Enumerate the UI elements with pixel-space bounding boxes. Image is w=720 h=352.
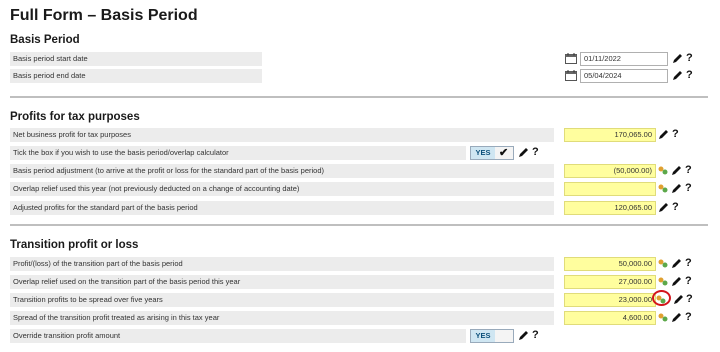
- calendar-icon[interactable]: [565, 53, 577, 64]
- basis-start-date-field[interactable]: 01/11/2022: [580, 52, 668, 66]
- section-divider: [10, 224, 708, 226]
- spread-five-years-label: Transition profits to be spread over fiv…: [10, 293, 554, 307]
- pencil-icon[interactable]: [518, 147, 529, 158]
- pencil-icon[interactable]: [671, 183, 682, 194]
- help-icon[interactable]: ?: [685, 275, 692, 287]
- annotation-circle: [652, 290, 671, 306]
- spread-this-year-field[interactable]: 4,600.00: [564, 311, 656, 325]
- help-icon[interactable]: ?: [685, 164, 692, 176]
- help-icon[interactable]: ?: [686, 293, 693, 305]
- calculator-link-icon[interactable]: [658, 312, 669, 323]
- help-icon[interactable]: ?: [532, 146, 539, 158]
- calculator-link-icon[interactable]: [658, 165, 669, 176]
- checkmark-icon: ✔: [499, 147, 509, 159]
- adjusted-profits-label: Adjusted profits for the standard part o…: [10, 201, 554, 215]
- pencil-icon[interactable]: [671, 258, 682, 269]
- help-icon[interactable]: ?: [686, 52, 693, 64]
- help-icon[interactable]: ?: [685, 311, 692, 323]
- override-transition-toggle[interactable]: YES: [470, 329, 514, 343]
- help-icon[interactable]: ?: [532, 329, 539, 341]
- section-title-basis-period: Basis Period: [10, 34, 80, 46]
- help-icon[interactable]: ?: [685, 182, 692, 194]
- calendar-icon[interactable]: [565, 70, 577, 81]
- pencil-icon[interactable]: [658, 129, 669, 140]
- pencil-icon[interactable]: [672, 70, 683, 81]
- net-business-profit-field[interactable]: 170,065.00: [564, 128, 656, 142]
- toggle-yes-label: YES: [471, 330, 495, 342]
- basis-end-date-field[interactable]: 05/04/2024: [580, 69, 668, 83]
- pencil-icon[interactable]: [671, 276, 682, 287]
- pencil-icon[interactable]: [518, 330, 529, 341]
- net-business-profit-label: Net business profit for tax purposes: [10, 128, 554, 142]
- pencil-icon[interactable]: [671, 312, 682, 323]
- calculator-link-icon[interactable]: [658, 276, 669, 287]
- basis-adjustment-field[interactable]: (50,000.00): [564, 164, 656, 178]
- section-divider: [10, 96, 708, 98]
- basis-adjustment-label: Basis period adjustment (to arrive at th…: [10, 164, 554, 178]
- override-transition-label: Override transition profit amount: [10, 329, 466, 343]
- section-title-profits: Profits for tax purposes: [10, 111, 140, 123]
- pencil-icon[interactable]: [672, 53, 683, 64]
- calculator-link-icon[interactable]: [658, 183, 669, 194]
- calculator-toggle-label: Tick the box if you wish to use the basi…: [10, 146, 466, 160]
- basis-end-date-label: Basis period end date: [10, 69, 262, 83]
- transition-overlap-relief-field[interactable]: 27,000.00: [564, 275, 656, 289]
- transition-overlap-relief-label: Overlap relief used on the transition pa…: [10, 275, 554, 289]
- adjusted-profits-field[interactable]: 120,065.00: [564, 201, 656, 215]
- help-icon[interactable]: ?: [685, 257, 692, 269]
- basis-start-date-label: Basis period start date: [10, 52, 262, 66]
- calculator-link-icon[interactable]: [658, 258, 669, 269]
- help-icon[interactable]: ?: [686, 69, 693, 81]
- spread-five-years-field[interactable]: 23,000.00: [564, 293, 656, 307]
- help-icon[interactable]: ?: [672, 201, 679, 213]
- spread-this-year-label: Spread of the transition profit treated …: [10, 311, 554, 325]
- calculator-toggle[interactable]: YES ✔: [470, 146, 514, 160]
- overlap-relief-field[interactable]: [564, 182, 656, 196]
- transition-profit-loss-field[interactable]: 50,000.00: [564, 257, 656, 271]
- section-title-transition: Transition profit or loss: [10, 239, 139, 251]
- overlap-relief-label: Overlap relief used this year (not previ…: [10, 182, 554, 196]
- toggle-yes-label: YES: [471, 147, 495, 159]
- pencil-icon[interactable]: [673, 294, 684, 305]
- pencil-icon[interactable]: [671, 165, 682, 176]
- help-icon[interactable]: ?: [672, 128, 679, 140]
- pencil-icon[interactable]: [658, 202, 669, 213]
- transition-profit-loss-label: Profit/(loss) of the transition part of …: [10, 257, 554, 271]
- page-title: Full Form – Basis Period: [10, 7, 198, 24]
